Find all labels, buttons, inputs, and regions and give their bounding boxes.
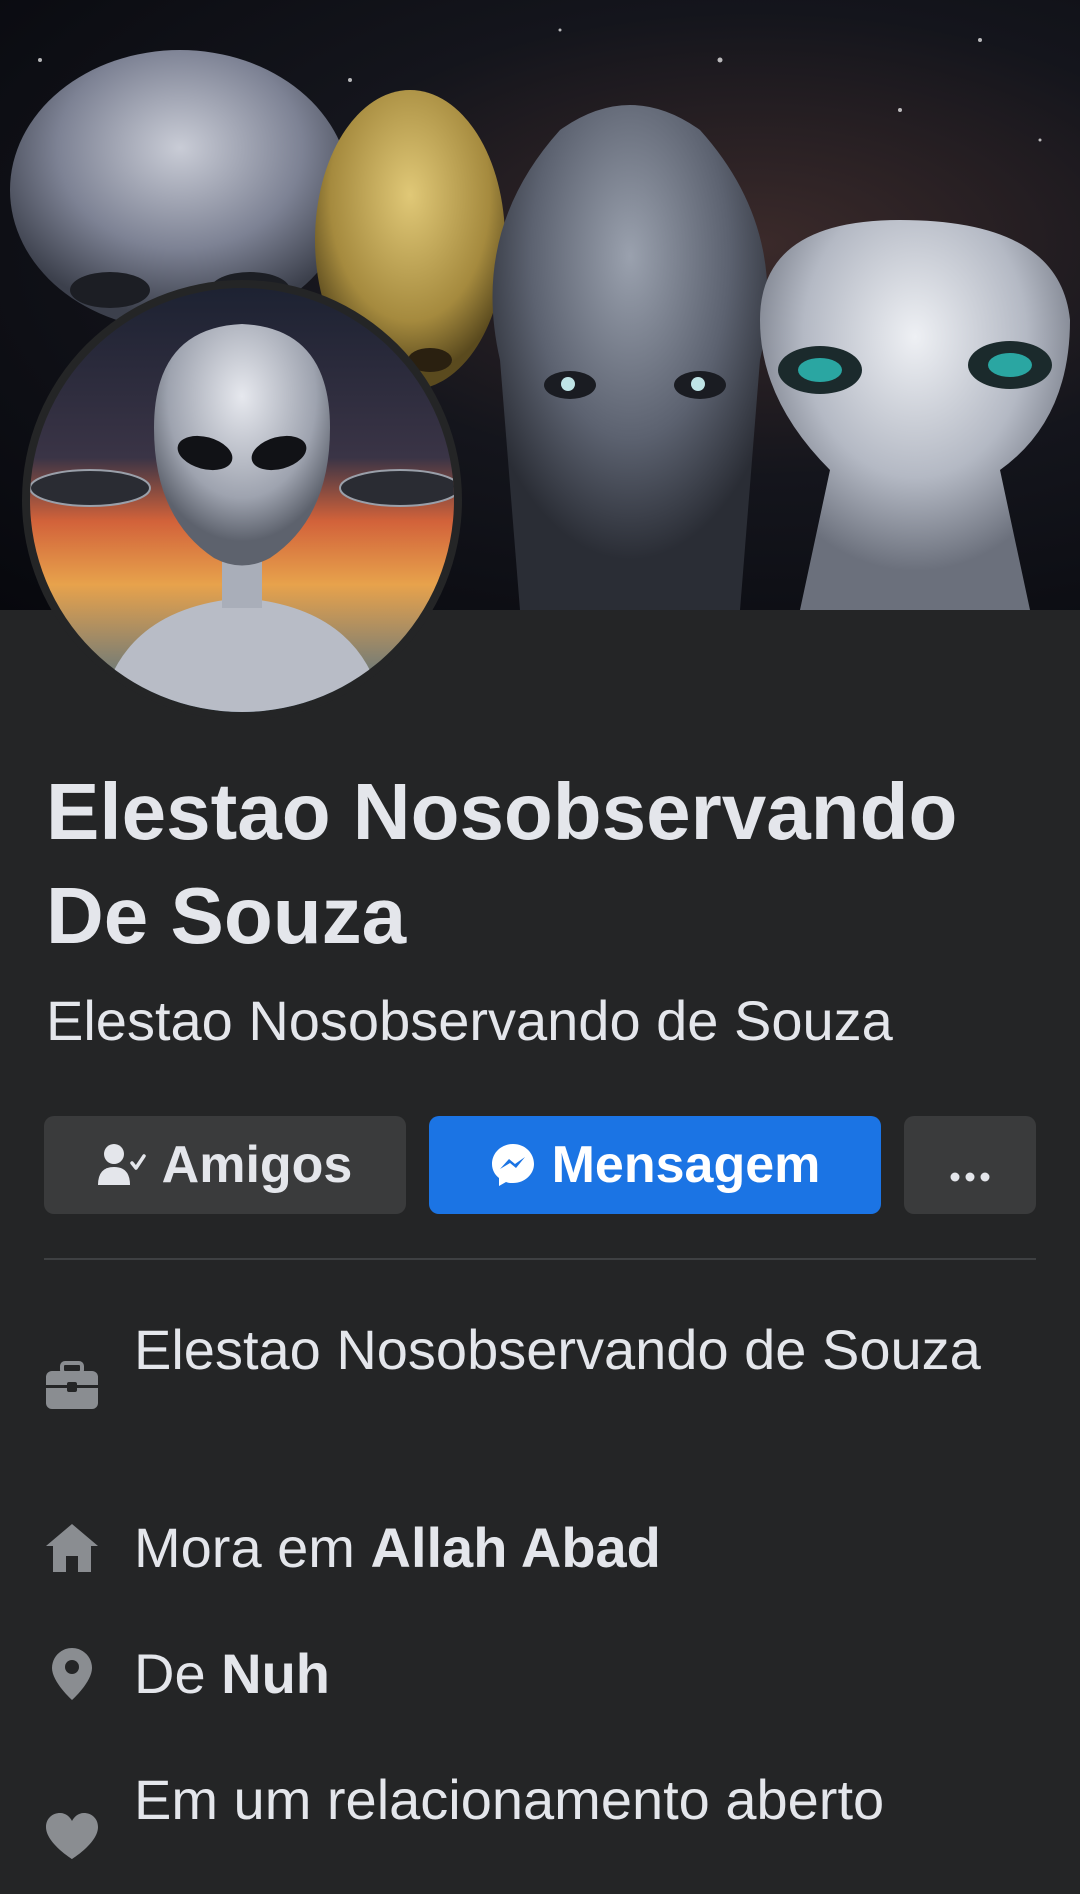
profile-avatar[interactable] (22, 280, 462, 720)
profile-actions: Amigos Mensagem (44, 1116, 1036, 1214)
message-button[interactable]: Mensagem (429, 1116, 881, 1214)
more-button[interactable] (904, 1116, 1036, 1214)
intro-from-place[interactable]: Nuh (221, 1642, 330, 1705)
intro-lives-prefix: Mora em (134, 1516, 355, 1579)
friends-button[interactable]: Amigos (44, 1116, 406, 1214)
message-button-label: Mensagem (551, 1136, 821, 1194)
intro-from-prefix: De (134, 1642, 206, 1705)
friends-button-label: Amigos (161, 1136, 353, 1194)
profile-name: Elestao Nosobservando De Souza (46, 767, 958, 960)
messenger-icon (490, 1142, 536, 1188)
intro-lives[interactable]: Mora em Allah Abad (0, 1510, 1080, 1590)
friends-check-icon (97, 1143, 146, 1187)
heart-icon (44, 1808, 100, 1864)
more-dots-icon (950, 1135, 990, 1195)
intro-from[interactable]: De Nuh (0, 1636, 1080, 1716)
intro-relationship-text: Em um relacionamento aberto (134, 1768, 885, 1831)
intro-from-text: De Nuh (134, 1636, 1034, 1712)
intro-work[interactable]: Elestao Nosobservando de Souza (0, 1312, 1080, 1472)
home-icon (44, 1520, 100, 1576)
profile-alternate-name: Elestao Nosobservando de Souza (46, 989, 893, 1052)
section-divider (44, 1258, 1036, 1260)
intro-relationship[interactable]: Em um relacionamento aberto (0, 1762, 1080, 1894)
profile-page: Elestao Nosobservando De Souza Elestao N… (0, 0, 1080, 1894)
briefcase-icon (44, 1358, 100, 1414)
intro-lives-place[interactable]: Allah Abad (371, 1516, 661, 1579)
location-pin-icon (44, 1646, 100, 1702)
intro-work-text: Elestao Nosobservando de Souza (134, 1318, 981, 1381)
intro-lives-text: Mora em Allah Abad (134, 1510, 1034, 1586)
